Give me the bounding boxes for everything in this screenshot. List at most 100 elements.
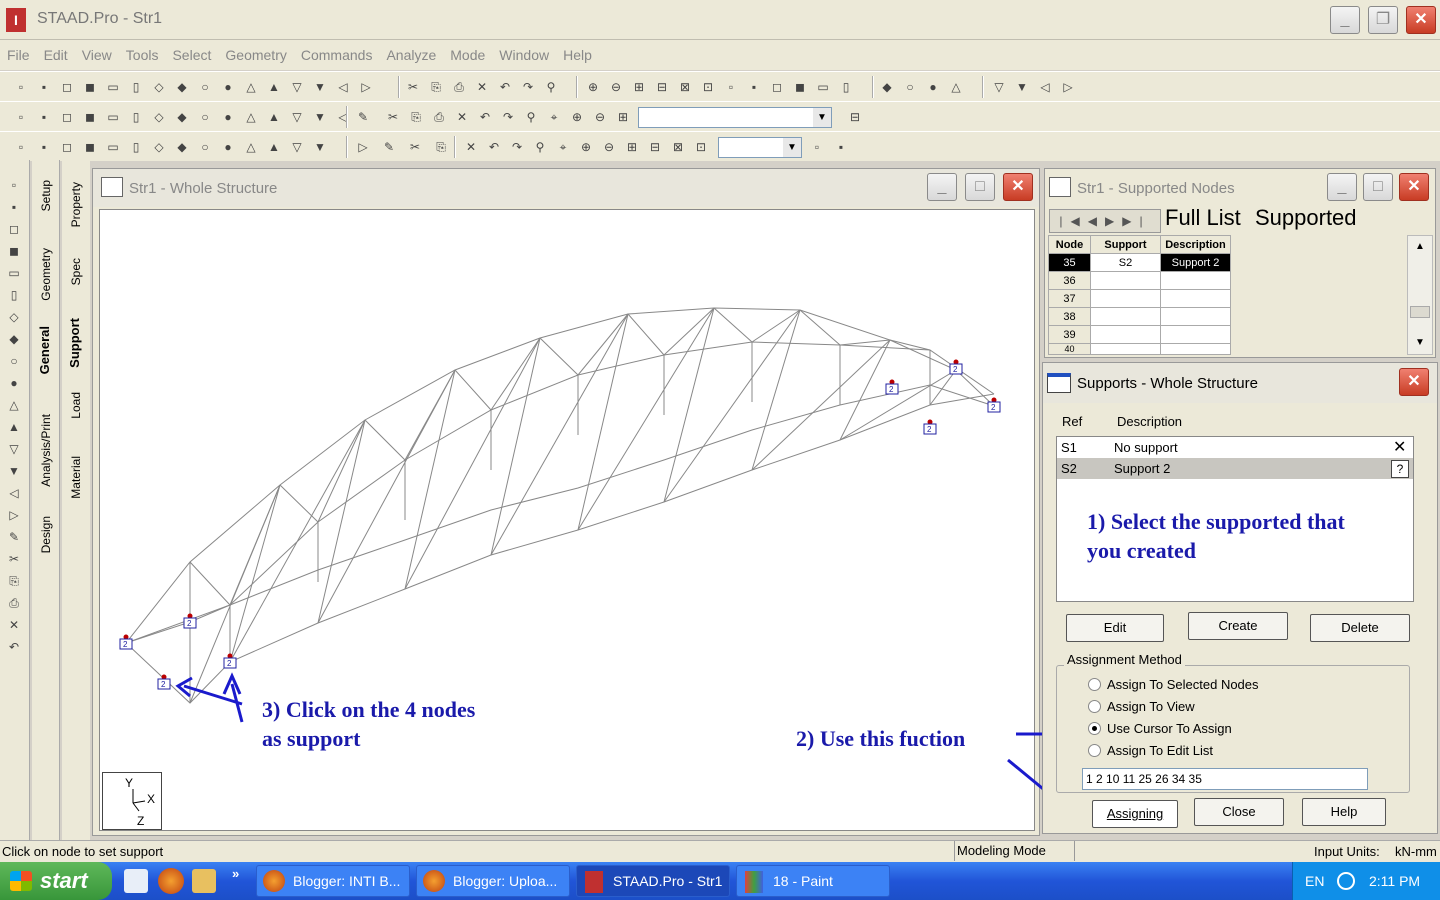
truss-member[interactable] — [229, 484, 281, 606]
toolbar-tool-icon[interactable]: ◻ — [58, 108, 76, 126]
side-tool-icon[interactable]: △ — [5, 396, 23, 414]
chevron-down-icon[interactable]: ▼ — [1408, 332, 1432, 354]
menu-view[interactable]: View — [75, 40, 119, 70]
toolbar-tool-icon[interactable]: ↷ — [499, 108, 517, 126]
side-tool-icon[interactable]: ✎ — [5, 528, 23, 546]
cell-description[interactable] — [1160, 307, 1231, 326]
toolbar-tool-icon[interactable]: ● — [219, 138, 237, 156]
nodes-maximize-button[interactable]: □ — [1363, 173, 1393, 201]
tab-material[interactable]: Material — [69, 456, 83, 499]
toolbar-tool-icon[interactable]: ⚲ — [531, 138, 549, 156]
toolbar-tool-icon[interactable]: ◇ — [150, 108, 168, 126]
assigning-button[interactable]: Assigning — [1092, 800, 1178, 828]
toolbar-tool-icon[interactable]: ◆ — [173, 78, 191, 96]
toolbar-tool-icon[interactable]: ▫ — [12, 138, 30, 156]
side-tool-icon[interactable]: ⎙ — [5, 594, 23, 612]
toolbar-tool-icon[interactable]: ▭ — [814, 78, 832, 96]
toolbar-tool-icon[interactable]: ▯ — [837, 78, 855, 96]
truss-member[interactable] — [404, 369, 456, 590]
side-tool-icon[interactable]: ▭ — [5, 264, 23, 282]
toolbar-tool-icon[interactable]: ▽ — [288, 138, 306, 156]
support-marker[interactable]: 2 — [987, 397, 1001, 413]
side-tool-icon[interactable]: ▲ — [5, 418, 23, 436]
truss-member[interactable] — [713, 307, 753, 343]
truss-member[interactable] — [577, 307, 715, 531]
toolbar-tool-icon[interactable]: ▫ — [808, 138, 826, 156]
toolbar-tool-icon[interactable]: ⊞ — [614, 108, 632, 126]
toolbar-tool-icon[interactable]: ⊖ — [591, 108, 609, 126]
menu-file[interactable]: File — [0, 40, 37, 70]
side-tool-icon[interactable]: ◼ — [5, 242, 23, 260]
tab-general[interactable]: General — [37, 326, 52, 374]
truss-member[interactable] — [663, 307, 715, 503]
toolbar-tool-icon[interactable]: ▲ — [265, 138, 283, 156]
truss-member[interactable] — [229, 419, 366, 663]
toolbar-tool-icon[interactable]: ⎙ — [430, 108, 448, 126]
toolbar-tool-icon[interactable]: ▪ — [35, 138, 53, 156]
truss-chord[interactable] — [125, 393, 995, 704]
toolbar-tool-icon[interactable]: ▪ — [35, 78, 53, 96]
task-blogger-1[interactable]: Blogger: INTI B... — [256, 865, 410, 897]
truss-member[interactable] — [539, 337, 579, 376]
toolbar-tool-icon[interactable]: ○ — [901, 78, 919, 96]
cell-support[interactable] — [1090, 343, 1161, 355]
toolbar-tool-icon[interactable]: ⊟ — [646, 138, 664, 156]
truss-member[interactable] — [627, 313, 665, 356]
toolbar-tool-icon[interactable]: ⊞ — [630, 78, 648, 96]
side-tool-icon[interactable]: ◆ — [5, 330, 23, 348]
cell-node[interactable]: 35 — [1048, 253, 1091, 272]
toolbar-tool-icon[interactable]: ▽ — [288, 108, 306, 126]
tab-supported[interactable]: Supported — [1255, 205, 1357, 231]
tab-spec[interactable]: Spec — [69, 258, 83, 285]
toolbar-tool-icon[interactable]: ⊟ — [653, 78, 671, 96]
toolbar-tool-icon[interactable]: ▯ — [127, 108, 145, 126]
nodes-close-button[interactable]: ✕ — [1399, 173, 1429, 201]
table-row[interactable]: 39 — [1048, 325, 1231, 344]
truss-member[interactable] — [839, 339, 891, 346]
toolbar-tool-icon[interactable]: ◼ — [791, 78, 809, 96]
side-tool-icon[interactable]: ◻ — [5, 220, 23, 238]
truss-member[interactable] — [799, 309, 841, 346]
truss-member[interactable] — [751, 309, 801, 471]
toolbar-tool-icon[interactable]: ◼ — [81, 78, 99, 96]
side-tool-icon[interactable]: ✕ — [5, 616, 23, 634]
toolbar-tool-icon[interactable]: ⊞ — [623, 138, 641, 156]
cell-node[interactable]: 39 — [1048, 325, 1091, 344]
toolbar-tool-icon[interactable]: ▫ — [12, 78, 30, 96]
radio-assign-view[interactable]: Assign To View — [1088, 699, 1288, 714]
toolbar-tool-icon[interactable]: ▪ — [745, 78, 763, 96]
toolbar-tool-icon[interactable]: ◆ — [173, 138, 191, 156]
toolbar-tool-icon[interactable]: ✎ — [354, 108, 372, 126]
tab-load[interactable]: Load — [69, 392, 83, 419]
toolbar-tool-icon[interactable]: ⊠ — [676, 78, 694, 96]
toolbar-tool-icon[interactable]: ⌖ — [545, 108, 563, 126]
toolbar-tool-icon[interactable]: ◼ — [81, 108, 99, 126]
toolbar-tool-icon[interactable]: ▭ — [104, 78, 122, 96]
support-marker[interactable]: 2 — [885, 379, 899, 395]
toolbar-tool-icon[interactable]: ▽ — [288, 78, 306, 96]
toolbar-tool-icon[interactable]: ● — [219, 78, 237, 96]
toolbar-tool-icon[interactable]: ↶ — [476, 108, 494, 126]
toolbar-tool-icon[interactable]: ▭ — [104, 108, 122, 126]
cell-description[interactable] — [1160, 343, 1231, 355]
side-tool-icon[interactable]: ● — [5, 374, 23, 392]
task-paint[interactable]: 18 - Paint — [736, 865, 890, 897]
side-tool-icon[interactable]: ↶ — [5, 638, 23, 656]
toolbar-tool-icon[interactable]: ◼ — [81, 138, 99, 156]
toolbar-tool-icon[interactable]: ▲ — [265, 78, 283, 96]
delete-button[interactable]: Delete — [1310, 614, 1410, 642]
supports-close-x-button[interactable]: ✕ — [1399, 368, 1429, 396]
truss-chord[interactable] — [125, 307, 995, 644]
toolbar-tool-icon[interactable]: ▯ — [127, 78, 145, 96]
toolbar-tool-icon[interactable]: ⊠ — [669, 138, 687, 156]
toolbar-tool-icon[interactable]: ◇ — [150, 138, 168, 156]
view-combo[interactable]: ▼ — [638, 107, 832, 128]
support-marker[interactable]: 2 — [183, 613, 197, 629]
toolbar-tool-icon[interactable]: ○ — [196, 108, 214, 126]
load-combo[interactable]: ▼ — [718, 137, 802, 158]
toolbar-tool-icon[interactable]: ▯ — [127, 138, 145, 156]
chevron-up-icon[interactable]: ▲ — [1408, 236, 1432, 258]
edit-button[interactable]: Edit — [1066, 614, 1164, 642]
toolbar-tool-icon[interactable]: ↷ — [508, 138, 526, 156]
truss-member[interactable] — [229, 484, 281, 663]
